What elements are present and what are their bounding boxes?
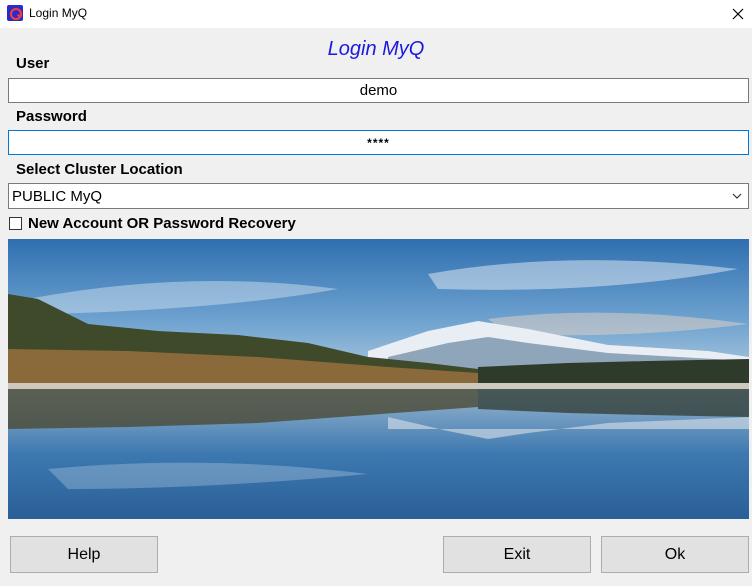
cluster-location-value: PUBLIC MyQ bbox=[12, 188, 103, 205]
recovery-checkbox-row[interactable]: New Account OR Password Recovery bbox=[9, 214, 296, 232]
password-label: Password bbox=[16, 108, 87, 125]
landscape-image bbox=[8, 239, 749, 519]
user-input[interactable] bbox=[8, 78, 749, 103]
exit-button[interactable]: Exit bbox=[443, 536, 591, 573]
password-input[interactable] bbox=[8, 130, 749, 155]
page-title: Login MyQ bbox=[327, 38, 425, 60]
recovery-checkbox[interactable] bbox=[9, 216, 22, 230]
window-title: Login MyQ bbox=[29, 6, 88, 20]
chevron-down-icon bbox=[732, 193, 742, 199]
close-icon bbox=[732, 8, 744, 20]
user-label: User bbox=[16, 55, 50, 72]
close-button[interactable] bbox=[724, 0, 752, 28]
myq-logo-icon bbox=[7, 5, 23, 21]
cluster-location-label: Select Cluster Location bbox=[16, 161, 183, 178]
title-bar: Login MyQ bbox=[0, 0, 752, 28]
recovery-checkbox-label: New Account OR Password Recovery bbox=[28, 214, 296, 232]
help-button[interactable]: Help bbox=[10, 536, 158, 573]
ok-button[interactable]: Ok bbox=[601, 536, 749, 573]
cluster-location-select[interactable]: PUBLIC MyQ bbox=[8, 183, 749, 209]
